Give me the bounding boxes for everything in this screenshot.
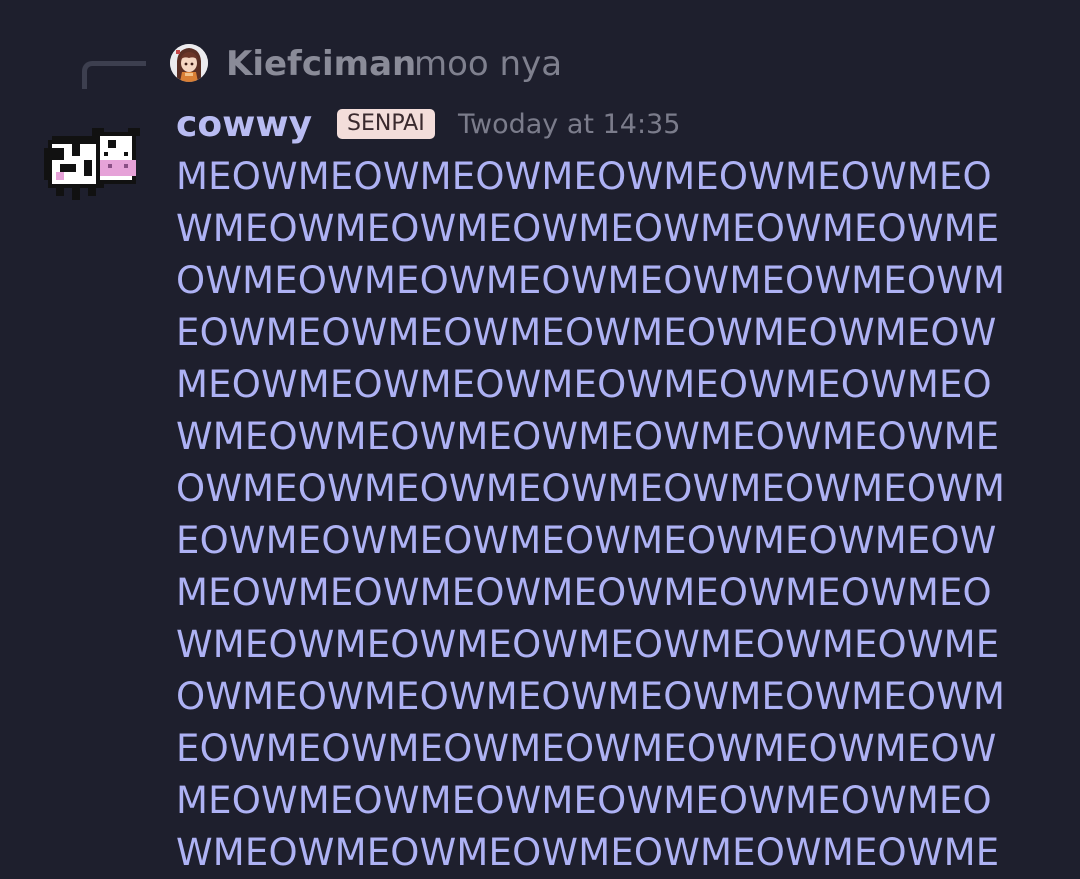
chat-message: Kiefciman moo nya cowwy SENPAI Twoday at… [0,0,1080,874]
message-line: MEOWMEOWMEOWMEOWMEOWMEOWMEO [176,571,992,614]
message-line: EOWMEOWMEOWMEOWMEOWMEOWMEOW [176,311,997,354]
pixel-cow-avatar-icon [44,128,140,200]
message-line: MEOWMEOWMEOWMEOWMEOWMEOWMEO [176,779,992,822]
message-line: WMEOWMEOWMEOWMEOWMEOWMEOWME [176,623,1000,666]
message-line: MEOWMEOWMEOWMEOWMEOWMEOWMEO [176,363,992,406]
message-line: WMEOWMEOWMEOWMEOWMEOWMEOWME [176,831,1000,874]
message-line: WMEOWMEOWMEOWMEOWMEOWMEOWME [176,415,1000,458]
message-timestamp: Twoday at 14:35 [458,109,681,140]
reply-avatar[interactable] [170,44,208,82]
role-badge[interactable]: SENPAI [337,109,435,139]
reply-author-name[interactable]: Kiefciman [226,42,416,86]
message-line: OWMEOWMEOWMEOWMEOWMEOWMEOWM [176,259,1006,302]
message-line: EOWMEOWMEOWMEOWMEOWMEOWMEOW [176,519,997,562]
message-line: MEOWMEOWMEOWMEOWMEOWMEOWMEO [176,155,992,198]
message-line: EOWMEOWMEOWMEOWMEOWMEOWMEOW [176,727,997,770]
reply-message-preview[interactable]: moo nya [414,42,562,86]
message-author-name[interactable]: cowwy [176,102,312,148]
message-line: OWMEOWMEOWMEOWMEOWMEOWMEOWM [176,467,1006,510]
anime-girl-avatar-icon [170,44,208,82]
user-avatar[interactable] [40,128,140,204]
reply-connector [82,61,146,89]
message-content: MEOWMEOWMEOWMEOWMEOWMEOWMEO WMEOWMEOWMEO… [176,151,1056,879]
message-line: OWMEOWMEOWMEOWMEOWMEOWMEOWM [176,675,1006,718]
message-line: WMEOWMEOWMEOWMEOWMEOWMEOWME [176,207,1000,250]
